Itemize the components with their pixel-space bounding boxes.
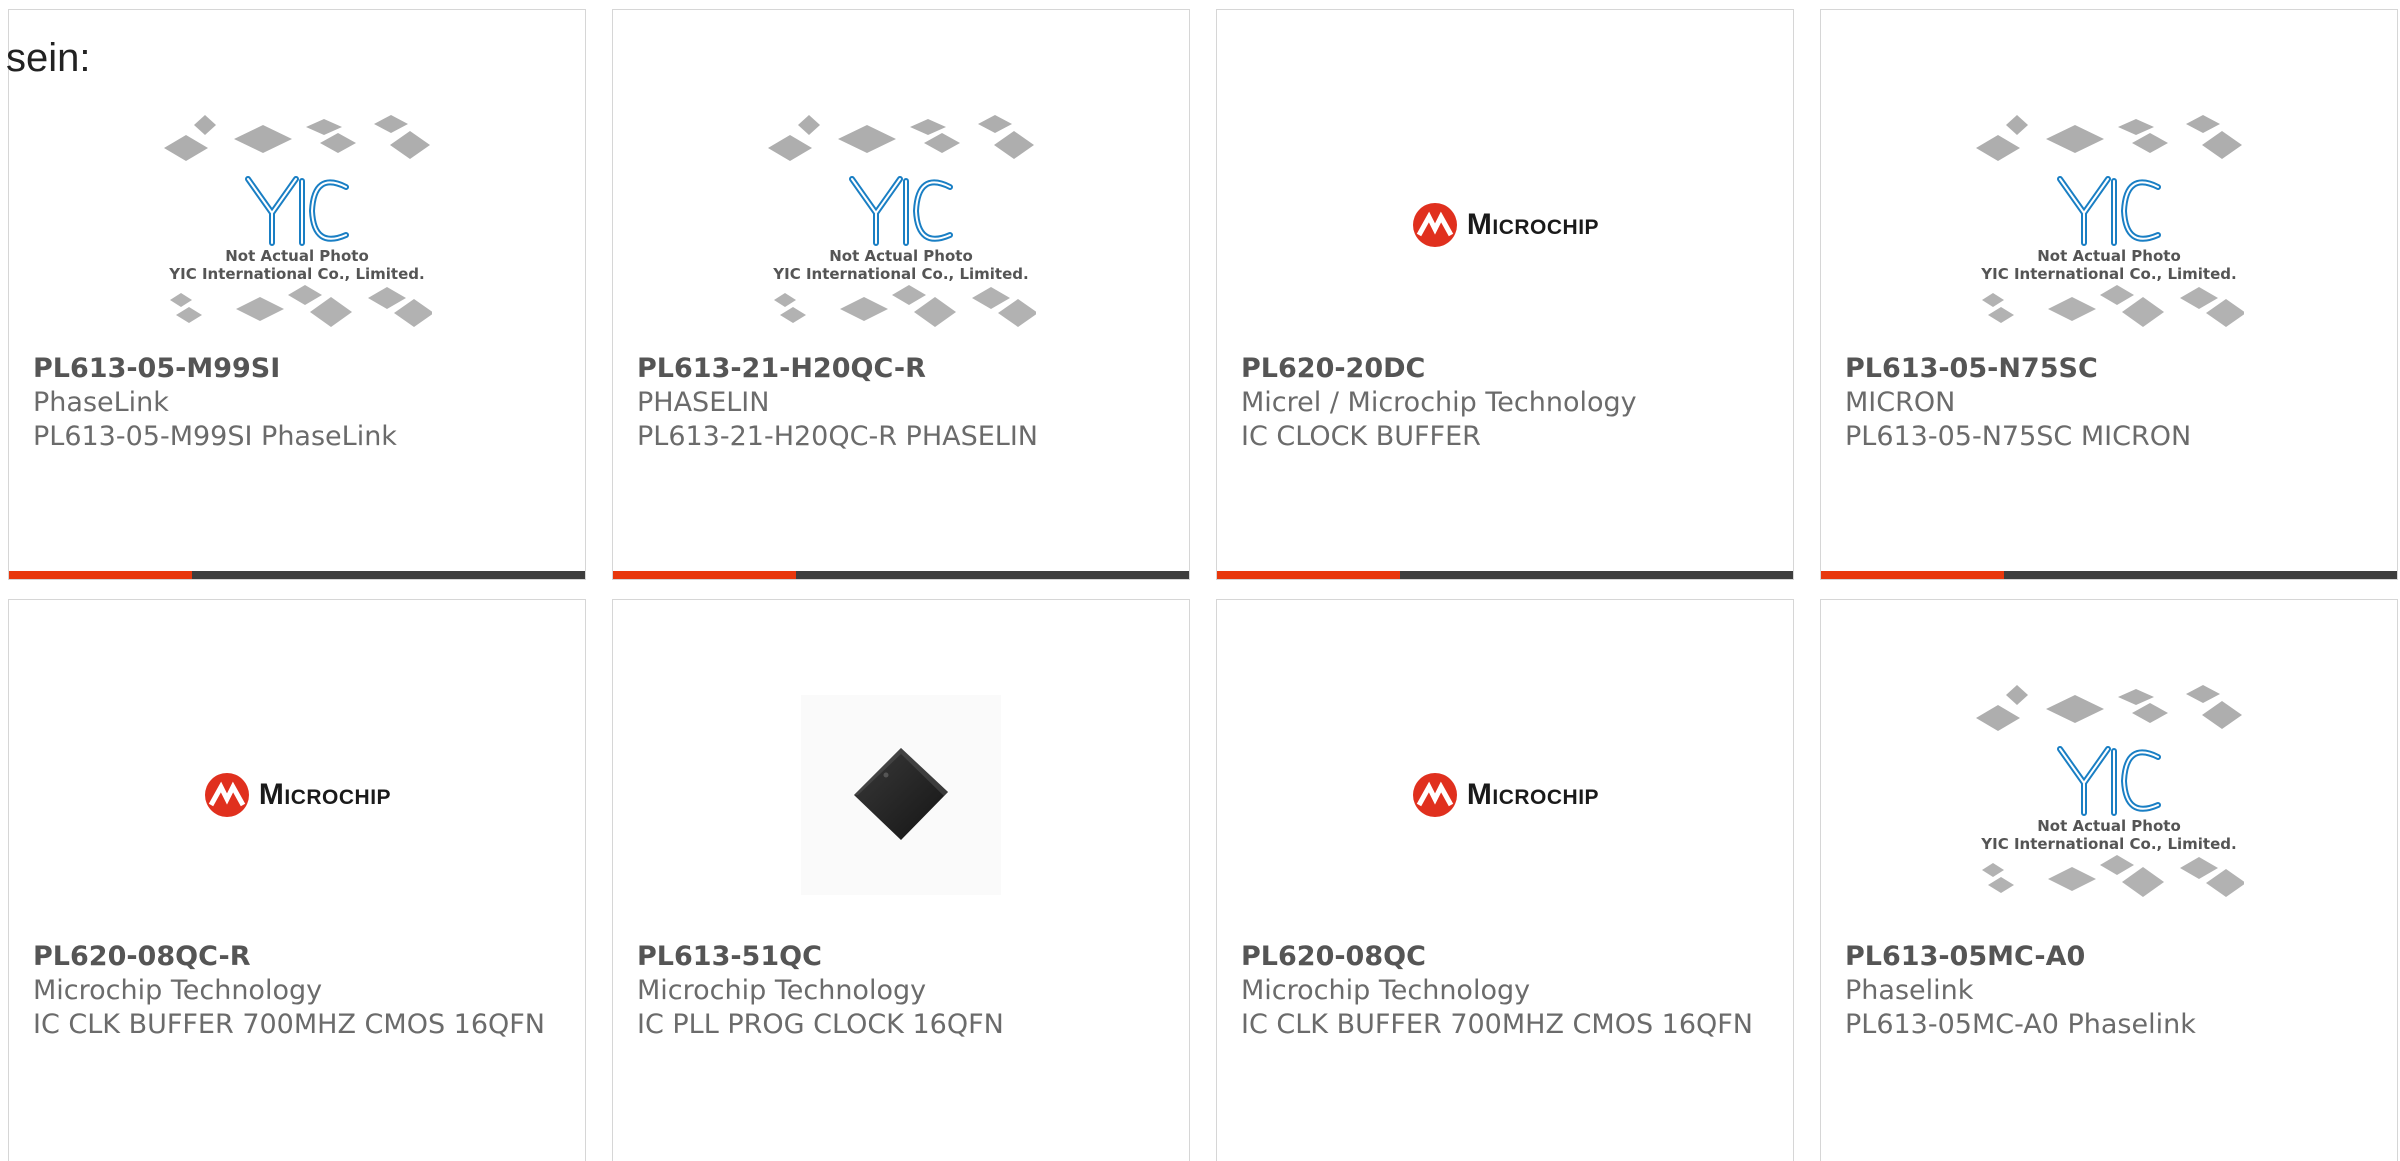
microchip-logo: Microchip	[1411, 771, 1599, 819]
placeholder-caption-line1: Not Actual Photo	[2037, 247, 2181, 265]
product-part-number[interactable]: PL620-20DC	[1241, 352, 1773, 386]
yic-placeholder-image: Not Actual Photo YIC International Co., L…	[1974, 685, 2244, 905]
product-image[interactable]	[613, 660, 1189, 930]
card-footer-bar	[613, 571, 1189, 579]
microchip-logo-icon	[1412, 203, 1457, 247]
yic-logo-icon	[2057, 746, 2161, 816]
product-manufacturer: Microchip Technology	[637, 975, 927, 1006]
product-description: IC PLL PROG CLOCK 16QFN	[637, 1009, 1004, 1040]
product-card[interactable]: Not Actual Photo YIC International Co., L…	[8, 9, 586, 580]
product-part-number[interactable]: PL620-08QC	[1241, 940, 1773, 974]
card-footer-bar	[1821, 571, 2397, 579]
placeholder-caption-line1: Not Actual Photo	[225, 247, 369, 265]
microchip-logo: Microchip	[203, 771, 391, 819]
product-manufacturer: Microchip Technology	[1241, 975, 1531, 1006]
product-part-number[interactable]: PL613-05MC-A0	[1845, 940, 2377, 974]
card-footer-bar	[1217, 571, 1793, 579]
ic-packages-icon	[164, 115, 430, 161]
product-image[interactable]: Not Actual Photo YIC International Co., L…	[1821, 660, 2397, 930]
product-image[interactable]: Not Actual Photo YIC International Co., L…	[1821, 90, 2397, 360]
product-description: PL613-21-H20QC-R PHASELIN	[637, 421, 1039, 452]
product-card[interactable]: Not Actual Photo YIC International Co., L…	[612, 9, 1190, 580]
placeholder-caption-line2: YIC International Co., Limited.	[773, 265, 1029, 283]
placeholder-caption: Not Actual Photo YIC International Co., L…	[1981, 817, 2236, 853]
product-part-number[interactable]: PL613-21-H20QC-R	[637, 352, 1169, 386]
ic-packages-icon	[768, 115, 1034, 161]
ic-packages-icon	[774, 285, 1036, 327]
yic-logo-icon	[849, 176, 953, 246]
product-card[interactable]: PL613-51QC Microchip Technology IC PLL P…	[612, 599, 1190, 1161]
product-manufacturer: PhaseLink	[33, 387, 169, 418]
microchip-logo-text: Microchip	[1466, 778, 1600, 811]
product-manufacturer: PHASELIN	[637, 387, 770, 418]
yic-logo-icon	[2057, 176, 2161, 246]
product-part-number[interactable]: PL613-05-M99SI	[33, 352, 565, 386]
ic-packages-icon	[170, 285, 432, 327]
ic-packages-icon	[1982, 855, 2244, 897]
microchip-logo-icon	[1412, 773, 1457, 817]
product-description: PL613-05MC-A0 Phaselink	[1845, 1009, 2196, 1040]
placeholder-caption-line2: YIC International Co., Limited.	[169, 265, 425, 283]
product-description: PL613-05-N75SC MICRON	[1845, 421, 2192, 452]
product-image[interactable]: Not Actual Photo YIC International Co., L…	[9, 90, 585, 360]
product-part-number[interactable]: PL613-51QC	[637, 940, 1169, 974]
placeholder-caption: Not Actual Photo YIC International Co., L…	[169, 247, 424, 283]
product-image[interactable]: Microchip	[9, 660, 585, 930]
placeholder-caption-line1: Not Actual Photo	[2037, 817, 2181, 835]
chip-photo	[801, 695, 1001, 895]
product-description: PL613-05-M99SI PhaseLink	[33, 421, 397, 452]
product-card[interactable]: Not Actual Photo YIC International Co., L…	[1820, 599, 2398, 1161]
microchip-logo-text: Microchip	[258, 778, 392, 811]
yic-logo-icon	[245, 176, 349, 246]
product-description: IC CLK BUFFER 700MHZ CMOS 16QFN	[33, 1009, 545, 1040]
microchip-logo: Microchip	[1411, 201, 1599, 249]
product-image[interactable]: Microchip	[1217, 90, 1793, 360]
product-manufacturer: MICRON	[1845, 387, 1956, 418]
product-card[interactable]: Microchip PL620-20DC Micrel / Microchip …	[1216, 9, 1794, 580]
product-image[interactable]: Not Actual Photo YIC International Co., L…	[613, 90, 1189, 360]
product-grid-page: sein: Not Actual Photo YIC International …	[0, 0, 2400, 1161]
card-footer-bar	[9, 571, 585, 579]
ic-packages-icon	[1976, 115, 2242, 161]
placeholder-caption-line1: Not Actual Photo	[829, 247, 973, 265]
product-description: IC CLK BUFFER 700MHZ CMOS 16QFN	[1241, 1009, 1753, 1040]
placeholder-caption-line2: YIC International Co., Limited.	[1981, 835, 2237, 853]
yic-placeholder-image: Not Actual Photo YIC International Co., L…	[162, 115, 432, 335]
yic-placeholder-image: Not Actual Photo YIC International Co., L…	[766, 115, 1036, 335]
product-card[interactable]: Microchip PL620-08QC-R Microchip Technol…	[8, 599, 586, 1161]
qfn-chip-icon	[854, 748, 948, 840]
microchip-logo-icon	[204, 773, 249, 817]
intro-text: sein:	[6, 36, 91, 80]
product-part-number[interactable]: PL620-08QC-R	[33, 940, 565, 974]
product-image[interactable]: Microchip	[1217, 660, 1793, 930]
microchip-logo-text: Microchip	[1466, 208, 1600, 241]
product-manufacturer: Microchip Technology	[33, 975, 323, 1006]
product-part-number[interactable]: PL613-05-N75SC	[1845, 352, 2377, 386]
yic-placeholder-image: Not Actual Photo YIC International Co., L…	[1974, 115, 2244, 335]
product-card[interactable]: Microchip PL620-08QC Microchip Technolog…	[1216, 599, 1794, 1161]
product-card[interactable]: Not Actual Photo YIC International Co., L…	[1820, 9, 2398, 580]
product-description: IC CLOCK BUFFER	[1241, 421, 1481, 452]
placeholder-caption: Not Actual Photo YIC International Co., L…	[1981, 247, 2236, 283]
product-manufacturer: Micrel / Microchip Technology	[1241, 387, 1637, 418]
placeholder-caption: Not Actual Photo YIC International Co., L…	[773, 247, 1028, 283]
ic-packages-icon	[1976, 685, 2242, 731]
placeholder-caption-line2: YIC International Co., Limited.	[1981, 265, 2237, 283]
ic-packages-icon	[1982, 285, 2244, 327]
product-manufacturer: Phaselink	[1845, 975, 1974, 1006]
